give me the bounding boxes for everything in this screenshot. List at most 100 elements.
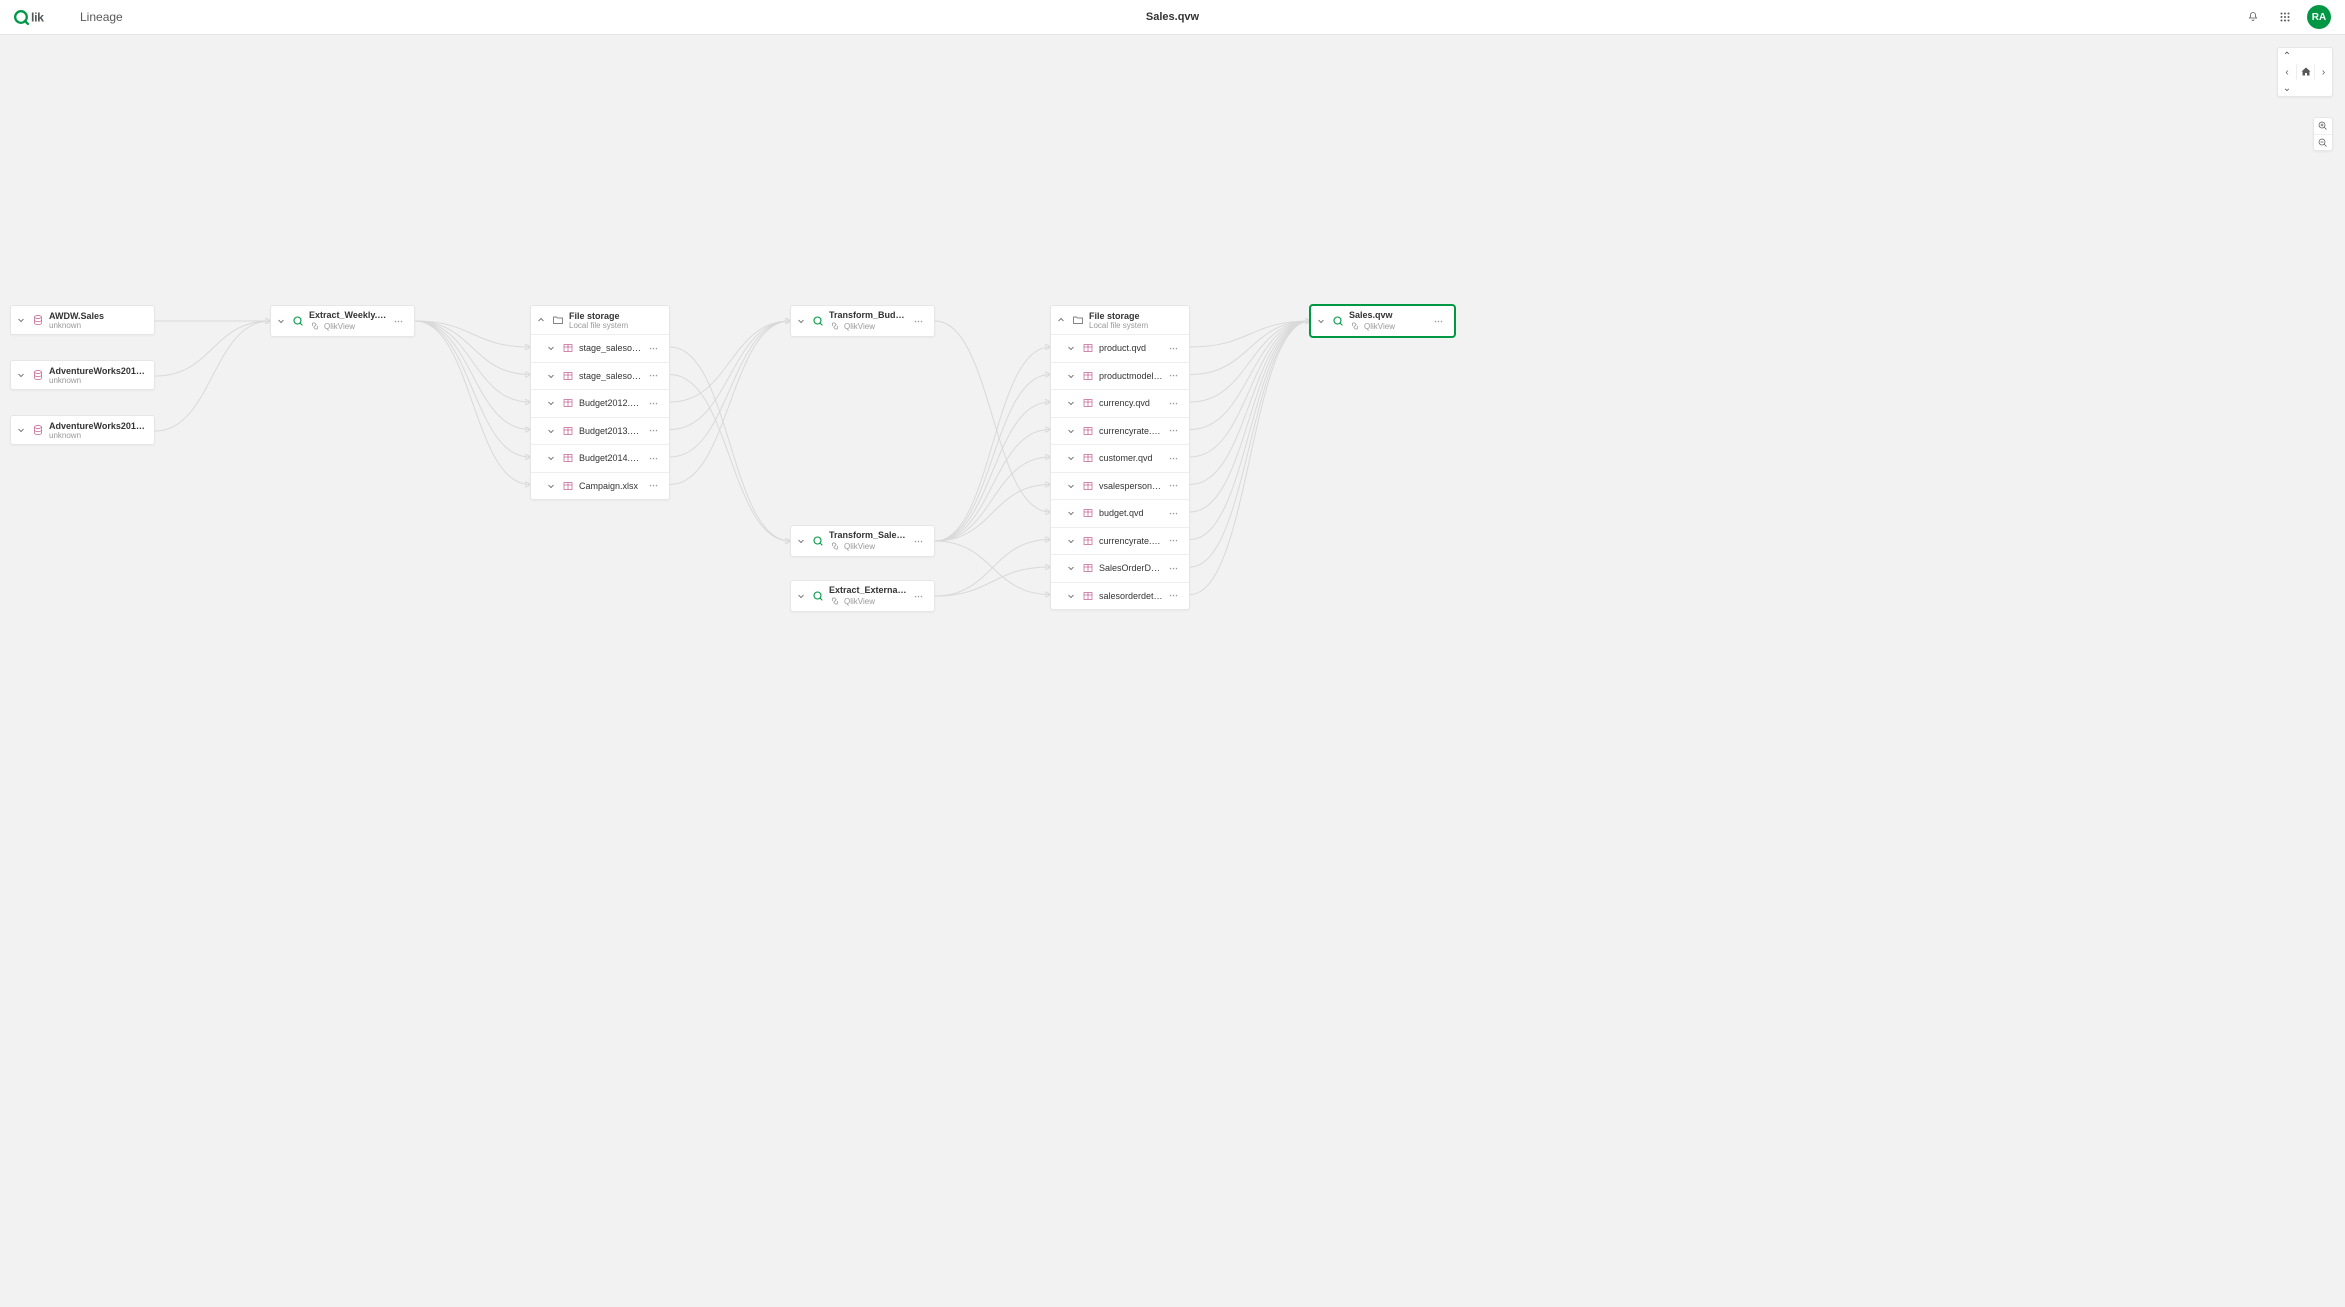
table-icon — [1081, 396, 1095, 410]
storage-row[interactable]: currencyrate.qvd⋯ — [1051, 527, 1189, 555]
more-icon[interactable]: ⋯ — [1167, 424, 1181, 438]
more-icon[interactable]: ⋯ — [1167, 506, 1181, 520]
notifications-icon[interactable] — [2243, 7, 2263, 27]
more-icon[interactable]: ⋯ — [1432, 314, 1446, 328]
zoom-in-button[interactable] — [2314, 118, 2332, 134]
more-icon[interactable]: ⋯ — [1167, 451, 1181, 465]
lineage-node[interactable]: Transform_Budget.qvwQlikView⋯ — [790, 305, 935, 337]
chevron-down-icon[interactable] — [1065, 562, 1077, 574]
more-icon[interactable]: ⋯ — [1167, 534, 1181, 548]
chevron-down-icon[interactable] — [795, 535, 807, 547]
more-icon[interactable]: ⋯ — [1167, 561, 1181, 575]
chevron-down-icon[interactable] — [1065, 507, 1077, 519]
table-icon — [561, 341, 575, 355]
chevron-down-icon[interactable] — [275, 315, 287, 327]
more-icon[interactable]: ⋯ — [912, 314, 926, 328]
node-title: Transform_Sales.qvw — [829, 530, 908, 540]
storage-row[interactable]: product.qvd⋯ — [1051, 334, 1189, 362]
nav-right-button[interactable]: › — [2314, 64, 2332, 80]
chevron-down-icon[interactable] — [1065, 452, 1077, 464]
lineage-node[interactable]: Transform_Sales.qvwQlikView⋯ — [790, 525, 935, 557]
chevron-down-icon[interactable] — [545, 370, 557, 382]
node-subtitle: unknown — [49, 321, 146, 330]
qlik-logo: lik — [14, 8, 62, 26]
more-icon[interactable]: ⋯ — [1167, 396, 1181, 410]
node-title: Transform_Budget.qvw — [829, 310, 908, 320]
chevron-up-icon[interactable] — [1055, 314, 1067, 326]
chevron-down-icon[interactable] — [545, 397, 557, 409]
chevron-down-icon[interactable] — [1065, 590, 1077, 602]
chevron-down-icon[interactable] — [795, 315, 807, 327]
storage-row[interactable]: SalesOrderDetail_202…⋯ — [1051, 554, 1189, 582]
chevron-down-icon[interactable] — [795, 590, 807, 602]
storage-row[interactable]: salesorderdetail.qvd⋯ — [1051, 582, 1189, 610]
more-icon[interactable]: ⋯ — [1167, 369, 1181, 383]
chevron-down-icon[interactable] — [15, 314, 27, 326]
storage-node[interactable]: File storageLocal file systemstage_sales… — [530, 305, 670, 500]
lineage-node[interactable]: Extract_Weekly.qvwQlikView⋯ — [270, 305, 415, 337]
lineage-node[interactable]: AWDW.Salesunknown — [10, 305, 155, 335]
more-icon[interactable]: ⋯ — [647, 479, 661, 493]
chevron-down-icon[interactable] — [545, 425, 557, 437]
more-icon[interactable]: ⋯ — [912, 589, 926, 603]
chevron-down-icon[interactable] — [545, 480, 557, 492]
node-title: Extract_External.qvw — [829, 585, 908, 595]
more-icon[interactable]: ⋯ — [392, 314, 406, 328]
storage-row[interactable]: productmodel.qvd⋯ — [1051, 362, 1189, 390]
storage-row[interactable]: Budget2013.xlsx⋯ — [531, 417, 669, 445]
nav-home-button[interactable] — [2296, 64, 2314, 80]
chevron-down-icon[interactable] — [1065, 342, 1077, 354]
storage-row[interactable]: budget.qvd⋯ — [1051, 499, 1189, 527]
chevron-down-icon[interactable] — [15, 424, 27, 436]
chevron-down-icon[interactable] — [1315, 315, 1327, 327]
table-icon — [1081, 341, 1095, 355]
more-icon[interactable]: ⋯ — [912, 534, 926, 548]
page-title: Lineage — [80, 10, 123, 24]
chevron-down-icon[interactable] — [1065, 425, 1077, 437]
storage-row[interactable]: currency.qvd⋯ — [1051, 389, 1189, 417]
storage-row[interactable]: currencyrate.qvd⋯ — [1051, 417, 1189, 445]
storage-node[interactable]: File storageLocal file systemproduct.qvd… — [1050, 305, 1190, 610]
lineage-node[interactable]: AdventureWorks2017.Salesunknown — [10, 360, 155, 390]
storage-row[interactable]: customer.qvd⋯ — [1051, 444, 1189, 472]
chevron-up-icon[interactable] — [535, 314, 547, 326]
user-avatar[interactable]: RA — [2307, 5, 2331, 29]
qlik-icon — [1331, 314, 1345, 328]
app-launcher-icon[interactable] — [2275, 7, 2295, 27]
chevron-down-icon[interactable] — [15, 369, 27, 381]
storage-row[interactable]: Campaign.xlsx⋯ — [531, 472, 669, 500]
zoom-out-button[interactable] — [2314, 134, 2332, 150]
chevron-down-icon[interactable] — [1065, 480, 1077, 492]
more-icon[interactable]: ⋯ — [647, 341, 661, 355]
chevron-down-icon[interactable] — [1065, 397, 1077, 409]
more-icon[interactable]: ⋯ — [647, 369, 661, 383]
nav-up-button[interactable]: ⌃ — [2278, 48, 2296, 64]
table-icon — [1081, 589, 1095, 603]
more-icon[interactable]: ⋯ — [1167, 341, 1181, 355]
node-subtitle: QlikView — [829, 595, 908, 607]
nav-down-button[interactable]: ⌄ — [2278, 80, 2296, 96]
storage-row[interactable]: stage_salesorderhead…⋯ — [531, 362, 669, 390]
lineage-node[interactable]: AdventureWorks2017.Produ…unknown — [10, 415, 155, 445]
storage-row[interactable]: Budget2014.xlsx⋯ — [531, 444, 669, 472]
storage-row[interactable]: vsalesperson.qvd⋯ — [1051, 472, 1189, 500]
chevron-down-icon[interactable] — [545, 452, 557, 464]
qlik-icon — [811, 314, 825, 328]
node-title: File storage — [569, 311, 661, 321]
more-icon[interactable]: ⋯ — [647, 424, 661, 438]
chevron-down-icon[interactable] — [1065, 370, 1077, 382]
node-title: Extract_Weekly.qvw — [309, 310, 388, 320]
lineage-node[interactable]: Extract_External.qvwQlikView ⋯ — [790, 580, 935, 612]
more-icon[interactable]: ⋯ — [647, 451, 661, 465]
more-icon[interactable]: ⋯ — [1167, 479, 1181, 493]
table-icon — [1081, 424, 1095, 438]
chevron-down-icon[interactable] — [1065, 535, 1077, 547]
lineage-node[interactable]: Sales.qvwQlikView⋯ — [1310, 305, 1455, 337]
storage-row[interactable]: stage_salesorderdetail…⋯ — [531, 334, 669, 362]
storage-row[interactable]: Budget2012.xlsx⋯ — [531, 389, 669, 417]
lineage-canvas[interactable]: AWDW.Salesunknown AdventureWorks2017.Sale… — [0, 35, 2345, 1307]
chevron-down-icon[interactable] — [545, 342, 557, 354]
more-icon[interactable]: ⋯ — [1167, 589, 1181, 603]
nav-left-button[interactable]: ‹ — [2278, 64, 2296, 80]
more-icon[interactable]: ⋯ — [647, 396, 661, 410]
